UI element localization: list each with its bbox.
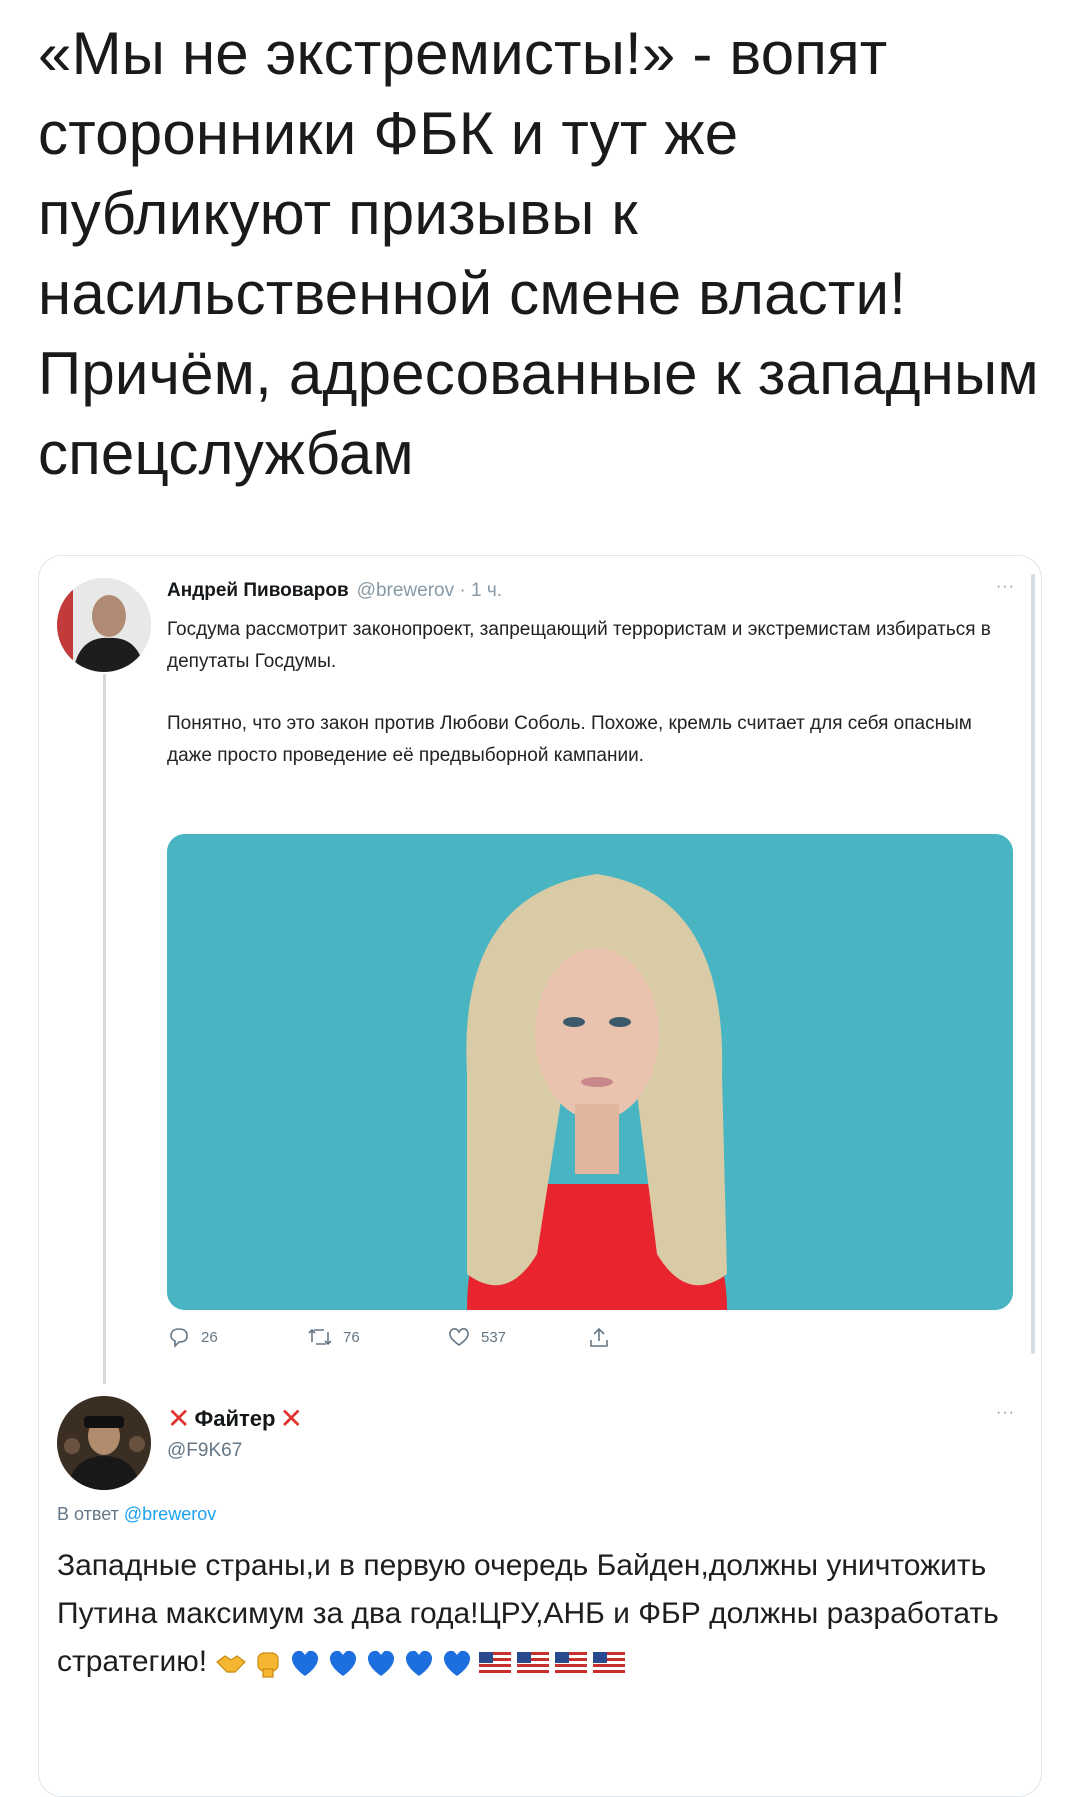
tweet-actions: 26 76 537 (167, 1326, 767, 1356)
us-flag-emoji (555, 1652, 588, 1675)
author-name-row[interactable]: ✕ Файтер ✕ (167, 1403, 303, 1434)
retweet-count: 76 (343, 1328, 360, 1346)
author-name: Файтер (194, 1406, 276, 1431)
red-x-emoji: ✕ (279, 1403, 303, 1434)
red-x-emoji: ✕ (167, 1403, 191, 1434)
like-icon (449, 1328, 469, 1346)
reply-handle-link[interactable]: @brewerov (124, 1504, 216, 1524)
headline: «Мы не экстремисты!» - вопят сторонники … (38, 20, 1039, 487)
like-button[interactable]: 537 (447, 1326, 506, 1348)
share-button[interactable] (587, 1326, 611, 1350)
author-handle[interactable]: @brewerov · 1 ч. (357, 580, 502, 601)
reply-button[interactable]: 26 (167, 1326, 218, 1348)
tweet-paragraph: Госдума рассмотрит законопроект, запреща… (167, 619, 991, 672)
scrollbar[interactable] (1031, 574, 1035, 1354)
more-icon[interactable]: ··· (996, 1404, 1015, 1422)
tweet-photo[interactable] (167, 834, 1013, 1310)
retweet-icon (308, 1328, 332, 1346)
us-flag-emoji (593, 1652, 626, 1675)
tweet-text: Госдума рассмотрит законопроект, запреща… (167, 614, 997, 802)
retweet-button[interactable]: 76 (307, 1326, 360, 1348)
us-flag-emoji (479, 1652, 512, 1675)
more-icon[interactable]: ··· (996, 578, 1015, 596)
tweet-card: Андрей Пивоваров @brewerov · 1 ч. ··· Гос… (38, 555, 1042, 1797)
tweet-header: Андрей Пивоваров @brewerov · 1 ч. (167, 580, 502, 602)
avatar[interactable] (57, 1396, 151, 1490)
author-handle[interactable]: @F9K67 (167, 1440, 242, 1462)
author-name[interactable]: Андрей Пивоваров (167, 580, 349, 601)
reply-prefix: В ответ (57, 1504, 119, 1524)
share-icon (590, 1327, 608, 1347)
blue-heart-emoji (330, 1650, 357, 1677)
reply-icon (170, 1328, 188, 1348)
blue-heart-emoji (444, 1650, 471, 1677)
thread-line (103, 674, 106, 1384)
blue-heart-emoji (292, 1650, 319, 1677)
tweet-text: Западные страны,и в первую очередь Байде… (57, 1542, 1017, 1686)
reply-context: В ответ @brewerov (57, 1504, 216, 1525)
tweet-paragraph: Понятно, что это закон против Любови Соб… (167, 713, 972, 766)
handshake-emoji (216, 1655, 247, 1673)
us-flag-emoji (517, 1652, 550, 1675)
avatar[interactable] (57, 578, 151, 672)
blue-heart-emoji (368, 1650, 395, 1677)
like-count: 537 (481, 1328, 507, 1346)
fist-emoji (257, 1652, 280, 1678)
reply-count: 26 (201, 1328, 218, 1346)
blue-heart-emoji (406, 1650, 433, 1677)
